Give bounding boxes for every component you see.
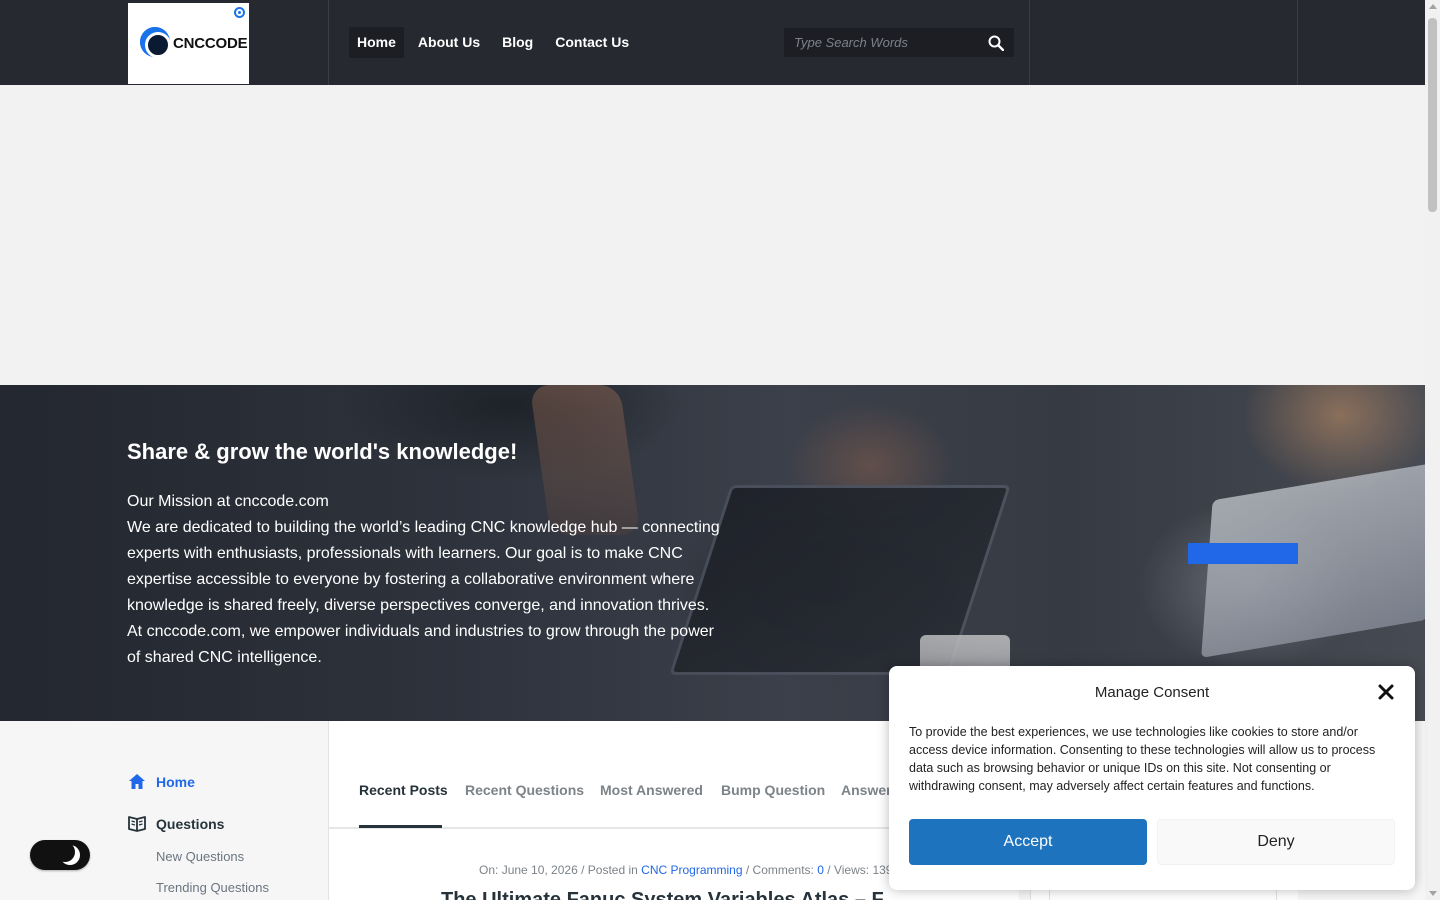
sidebar-subitem-new-questions[interactable]: New Questions	[156, 849, 244, 864]
sidebar-item-questions[interactable]: Questions	[128, 815, 224, 832]
deny-button[interactable]: Deny	[1157, 819, 1395, 865]
post-category-link[interactable]: CNC Programming	[641, 863, 742, 877]
meta-separator: /	[827, 863, 834, 877]
sidebar-item-label: Questions	[156, 815, 225, 832]
meta-separator: /	[745, 863, 753, 877]
consent-text: To provide the best experiences, we use …	[909, 725, 1376, 793]
meta-separator: /	[581, 863, 588, 877]
tab-most-answered[interactable]: Most Answered	[600, 782, 703, 798]
post-views-label: Views:	[833, 863, 870, 877]
consent-dialog: Manage Consent To provide the best exper…	[889, 666, 1415, 890]
scroll-up-arrow-icon[interactable]	[1429, 4, 1437, 9]
tab-bump-question[interactable]: Bump Question	[721, 782, 825, 798]
site-header: CNCCODE Home About Us Blog Contact Us	[0, 0, 1425, 85]
post-comments-label: Comments:	[752, 863, 814, 877]
mission-heading: Our Mission at cnccode.com	[127, 493, 329, 510]
nav-blog[interactable]: Blog	[494, 27, 541, 58]
home-icon	[129, 774, 145, 789]
consent-title: Manage Consent	[1094, 684, 1210, 701]
search-icon[interactable]	[988, 35, 1004, 51]
post-meta: On: June 10, 2026 / Posted in CNC Progra…	[479, 863, 892, 877]
sidebar-item-home[interactable]: Home	[128, 773, 195, 790]
accept-button[interactable]: Accept	[909, 819, 1147, 865]
sidebar-subitem-trending-questions[interactable]: Trending Questions	[156, 880, 269, 895]
nav-home[interactable]: Home	[349, 27, 404, 58]
post-date-label: On:	[479, 863, 499, 877]
site-logo[interactable]: CNCCODE	[128, 3, 249, 84]
post-category-label: Posted in	[587, 863, 638, 877]
ad-placeholder	[0, 85, 1425, 385]
post-comments-link[interactable]: 0	[817, 863, 824, 877]
gear-logo-icon	[140, 27, 171, 58]
tab-answers[interactable]: Answer	[841, 782, 892, 798]
mission-text: We are dedicated to building the world’s…	[127, 519, 720, 666]
page-scrollbar[interactable]	[1425, 0, 1440, 900]
left-sidebar: Home Questions New Questions Trending Qu…	[0, 721, 329, 900]
scroll-down-arrow-icon[interactable]	[1429, 891, 1437, 896]
logo-text: CNCCODE	[173, 35, 248, 52]
header-divider	[1297, 0, 1298, 85]
header-divider	[328, 0, 329, 85]
search-box	[784, 28, 1014, 57]
nav-about-us[interactable]: About Us	[410, 27, 488, 58]
book-icon	[128, 816, 146, 832]
tab-recent-posts[interactable]: Recent Posts	[359, 782, 448, 798]
post-date: June 10, 2026	[501, 863, 578, 877]
post-title[interactable]: The Ultimate Fanuc System Variables Atla…	[441, 889, 884, 900]
hero-title: Share & grow the world's knowledge!	[127, 439, 518, 464]
header-divider	[1029, 0, 1030, 85]
tab-recent-questions[interactable]: Recent Questions	[465, 782, 584, 798]
dark-mode-toggle[interactable]	[30, 840, 90, 870]
sidebar-item-label: Home	[156, 773, 195, 790]
active-tab-indicator	[359, 825, 442, 828]
settings-badge-icon	[234, 7, 245, 18]
moon-icon	[55, 842, 80, 865]
main-nav: Home About Us Blog Contact Us	[349, 27, 639, 58]
hero-mission: Our Mission at cnccode.com We are dedica…	[127, 489, 727, 671]
nav-contact-us[interactable]: Contact Us	[547, 27, 637, 58]
hero-cta-button[interactable]	[1188, 543, 1298, 564]
scrollbar-thumb[interactable]	[1428, 18, 1437, 212]
search-input[interactable]	[784, 28, 979, 57]
close-icon[interactable]	[1377, 683, 1395, 701]
